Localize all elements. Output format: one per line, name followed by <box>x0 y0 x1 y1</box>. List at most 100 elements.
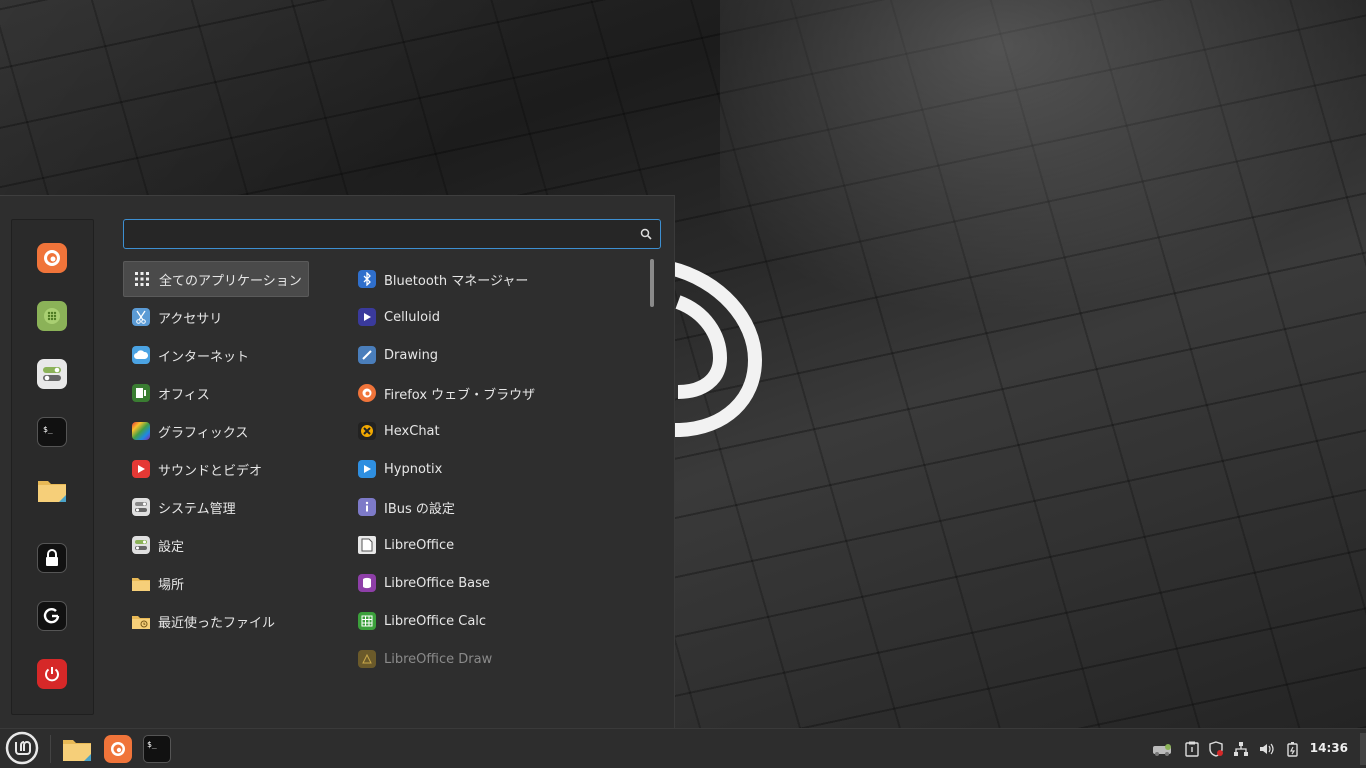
libreoffice-draw-icon <box>358 650 376 668</box>
category-all-applications[interactable]: 全てのアプリケーション <box>123 261 309 297</box>
toggles-icon <box>132 498 150 516</box>
power-icon <box>45 667 59 682</box>
search-box[interactable] <box>123 219 661 249</box>
firefox-icon <box>358 384 376 402</box>
app-firefox[interactable]: Firefox ウェブ・ブラウザ <box>349 375 644 411</box>
category-label: 最近使ったファイル <box>158 615 276 631</box>
celluloid-icon <box>358 308 376 326</box>
app-label: LibreOffice Draw <box>384 651 493 667</box>
category-places[interactable]: 場所 <box>123 565 309 601</box>
category-label: グラフィックス <box>158 425 249 441</box>
favorite-firefox[interactable] <box>37 243 67 273</box>
session-shutdown[interactable] <box>37 659 67 689</box>
favorite-terminal[interactable]: $_ <box>37 417 67 447</box>
category-label: オフィス <box>158 387 210 403</box>
scissors-icon <box>132 308 150 326</box>
app-bluetooth-manager[interactable]: Bluetooth マネージャー <box>349 261 644 297</box>
favorite-software-manager[interactable] <box>37 301 67 331</box>
svg-text:$_: $_ <box>43 425 53 434</box>
folder-icon <box>63 740 91 761</box>
search-input[interactable] <box>130 224 634 246</box>
favorite-system-settings[interactable] <box>37 359 67 389</box>
category-label: インターネット <box>158 349 250 365</box>
logout-icon <box>43 608 60 624</box>
update-manager-icon[interactable] <box>1151 740 1173 758</box>
folder-icon <box>38 481 66 502</box>
category-administration[interactable]: システム管理 <box>123 489 309 525</box>
panel-separator <box>50 735 51 763</box>
category-accessories[interactable]: アクセサリ <box>123 299 309 335</box>
cloud-icon <box>132 346 150 364</box>
taskbar-panel: $_ 14:36 <box>0 728 1366 768</box>
recent-folder-icon <box>132 612 150 630</box>
firefox-icon <box>104 735 132 763</box>
firefox-icon <box>44 250 60 266</box>
app-celluloid[interactable]: Celluloid <box>349 299 644 335</box>
category-graphics[interactable]: グラフィックス <box>123 413 309 449</box>
app-label: Bluetooth マネージャー <box>384 273 529 289</box>
graphics-icon <box>132 422 150 440</box>
shield-icon[interactable] <box>1207 740 1225 758</box>
category-recent-files[interactable]: 最近使ったファイル <box>123 603 309 639</box>
launcher-files[interactable] <box>60 732 94 766</box>
category-label: アクセサリ <box>158 311 223 327</box>
grid-icon <box>133 270 151 288</box>
libreoffice-base-icon <box>358 574 376 592</box>
app-libreoffice-draw[interactable]: LibreOffice Draw <box>349 641 644 677</box>
svg-text:$_: $_ <box>147 740 157 749</box>
ibus-icon <box>358 498 376 516</box>
hexchat-icon <box>358 422 376 440</box>
app-libreoffice-base[interactable]: LibreOffice Base <box>349 565 644 601</box>
category-office[interactable]: オフィス <box>123 375 309 411</box>
app-libreoffice[interactable]: LibreOffice <box>349 527 644 563</box>
folder-icon <box>132 574 150 592</box>
category-label: 場所 <box>158 577 185 593</box>
volume-icon[interactable] <box>1257 740 1275 758</box>
app-label: Drawing <box>384 347 439 363</box>
menu-button[interactable] <box>3 731 41 765</box>
search-icon[interactable] <box>640 228 652 240</box>
category-sound-and-video[interactable]: サウンドとビデオ <box>123 451 309 487</box>
lock-icon <box>46 549 58 566</box>
launcher-terminal[interactable]: $_ <box>141 732 173 766</box>
favorites-sidebar: $_ <box>11 219 94 715</box>
hypnotix-icon <box>358 460 376 478</box>
category-label: 設定 <box>158 539 185 555</box>
session-lock-screen[interactable] <box>37 543 67 573</box>
app-label: Hypnotix <box>384 461 443 477</box>
battery-icon[interactable] <box>1284 740 1302 758</box>
session-logout[interactable] <box>37 601 67 631</box>
office-icon <box>132 384 150 402</box>
libreoffice-icon <box>358 536 376 554</box>
app-libreoffice-calc[interactable]: LibreOffice Calc <box>349 603 644 639</box>
favorite-files[interactable] <box>37 475 67 505</box>
network-icon[interactable] <box>1232 740 1250 758</box>
play-icon <box>132 460 150 478</box>
terminal-icon: $_ <box>43 425 53 434</box>
category-label: システム管理 <box>158 501 236 517</box>
libreoffice-calc-icon <box>358 612 376 630</box>
app-drawing[interactable]: Drawing <box>349 337 644 373</box>
app-list-scrollbar[interactable] <box>650 259 654 307</box>
app-hexchat[interactable]: HexChat <box>349 413 644 449</box>
app-hypnotix[interactable]: Hypnotix <box>349 451 644 487</box>
software-manager-icon <box>44 308 60 324</box>
clipboard-icon[interactable] <box>1183 740 1201 758</box>
app-label: LibreOffice Base <box>384 575 490 591</box>
application-menu: $_ 全てのアプリケーション アクセサリ インターネット オフィス グラフィック… <box>0 195 675 729</box>
category-preferences[interactable]: 設定 <box>123 527 309 563</box>
mint-menu-icon <box>5 731 39 765</box>
app-ibus-settings[interactable]: IBus の設定 <box>349 489 644 525</box>
app-label: HexChat <box>384 423 440 439</box>
category-internet[interactable]: インターネット <box>123 337 309 373</box>
app-label: LibreOffice Calc <box>384 613 487 629</box>
panel-clock[interactable]: 14:36 <box>1310 741 1348 755</box>
launcher-firefox[interactable] <box>102 732 134 766</box>
toggles-icon <box>43 367 61 381</box>
drawing-icon <box>358 346 376 364</box>
category-label: サウンドとビデオ <box>158 463 263 479</box>
bluetooth-icon <box>358 270 376 288</box>
category-label: 全てのアプリケーション <box>159 273 302 289</box>
app-label: IBus の設定 <box>384 501 455 517</box>
show-desktop-button[interactable] <box>1360 733 1366 765</box>
